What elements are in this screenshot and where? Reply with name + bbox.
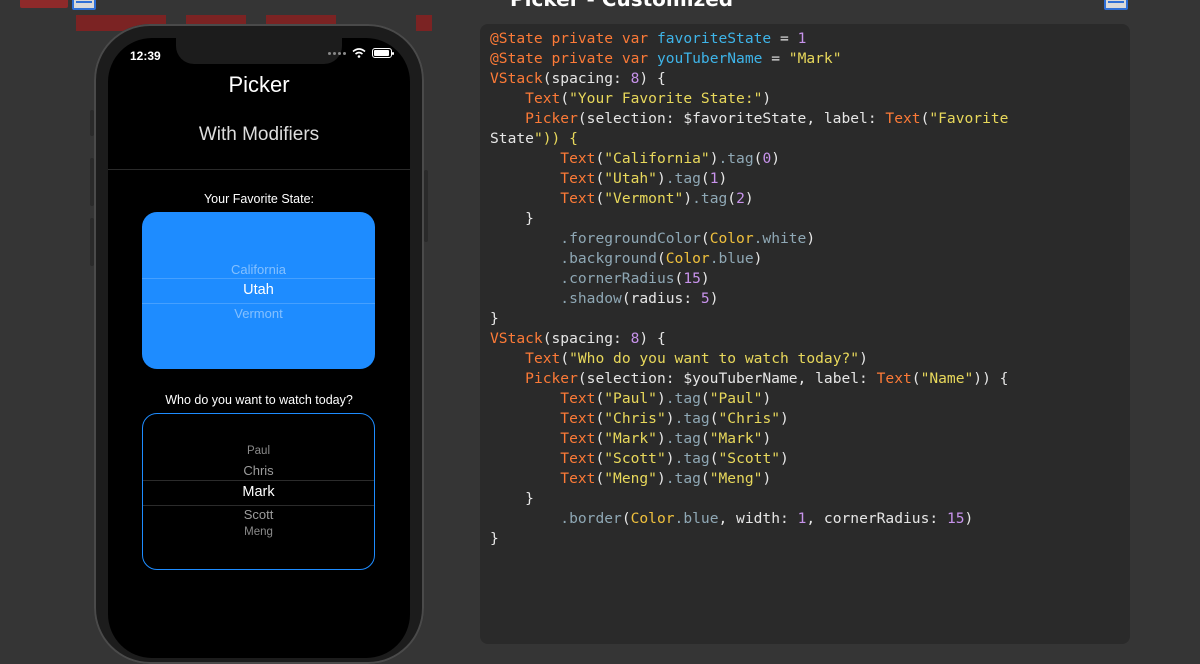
code-line: Text("Meng").tag("Meng") [560, 470, 772, 487]
phone-screen: 12:39 Picker With Modifiers Your Favorit… [108, 38, 410, 658]
picker-option[interactable]: Vermont [142, 306, 375, 321]
code-line: Text("Scott").tag("Scott") [560, 450, 789, 467]
code-line: Text("Mark").tag("Mark") [560, 430, 772, 447]
youtuber-picker[interactable]: Paul Chris Mark Scott Meng [142, 413, 375, 570]
nav-title: Picker [228, 72, 290, 97]
state-picker[interactable]: California Utah Vermont [142, 212, 375, 369]
code-line: VStack(spacing: 8) { [490, 70, 666, 87]
power-button [424, 170, 428, 242]
code-line: Text("Paul").tag("Paul") [560, 390, 772, 407]
nav-divider [108, 169, 410, 170]
code-line: @State private var youTuberName = "Mark" [490, 50, 842, 67]
code-line: } [490, 210, 534, 227]
picker-option-selected[interactable]: Mark [143, 484, 374, 500]
code-line: Picker(selection: $youTuberName, label: … [525, 370, 1009, 387]
code-line: Text("Utah").tag(1) [560, 170, 728, 187]
watch-today-label: Who do you want to watch today? [165, 393, 353, 407]
window-icon[interactable] [72, 0, 96, 10]
status-time: 12:39 [130, 49, 161, 63]
mute-switch [90, 110, 94, 136]
logo-mark [20, 0, 68, 8]
code-line: .background(Color.blue) [560, 250, 763, 267]
signal-icon [328, 51, 346, 55]
picker-option[interactable]: Scott [143, 507, 374, 522]
favorite-state-label: Your Favorite State: [203, 192, 315, 206]
code-line: Text("Vermont").tag(2) [560, 190, 754, 207]
status-icons [328, 48, 394, 58]
code-line: } [490, 490, 534, 507]
code-line: .foregroundColor(Color.white) [560, 230, 816, 247]
window-icon-right[interactable] [1104, 0, 1128, 10]
battery-icon [372, 48, 394, 58]
code-line: } [490, 530, 499, 547]
picker-option[interactable]: Meng [143, 526, 374, 538]
code-block: @State private var favoriteState = 1 @Sta… [490, 29, 1008, 549]
picker-option[interactable]: Paul [143, 445, 374, 457]
code-line: Text("Chris").tag("Chris") [560, 410, 789, 427]
code-line: Text("California").tag(0) [560, 150, 781, 167]
code-line: @State private var favoriteState = 1 [490, 30, 807, 47]
code-line: State")) { [490, 130, 578, 147]
picker-option[interactable]: Chris [143, 463, 374, 478]
volume-up-button [90, 158, 94, 206]
wifi-icon [352, 48, 366, 58]
notch [176, 38, 342, 64]
code-line: .shadow(radius: 5) [560, 290, 719, 307]
code-line: VStack(spacing: 8) { [490, 330, 666, 347]
picker-option[interactable]: California [142, 262, 375, 277]
nav-subtitle: With Modifiers [198, 124, 320, 145]
volume-down-button [90, 218, 94, 266]
page-title: Picker - Customized [510, 0, 733, 11]
code-line: Text("Your Favorite State:") [525, 90, 772, 107]
code-line: .border(Color.blue, width: 1, cornerRadi… [560, 510, 974, 527]
picker-option-selected[interactable]: Utah [142, 282, 375, 298]
code-line: } [490, 310, 499, 327]
code-line: Text("Who do you want to watch today?") [525, 350, 868, 367]
code-line: .cornerRadius(15) [560, 270, 710, 287]
code-line: Picker(selection: $favoriteState, label:… [525, 110, 1009, 127]
